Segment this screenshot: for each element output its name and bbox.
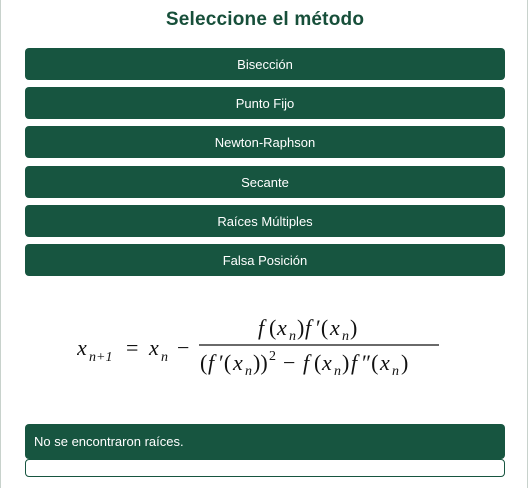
formula-lhs-sub: n+1 <box>89 350 112 365</box>
svg-text:n: n <box>342 329 349 344</box>
svg-text:(: ( <box>314 350 321 375</box>
formula-lhs-var: x <box>77 335 87 360</box>
raices-multiples-button[interactable]: Raíces Múltiples <box>25 205 505 237</box>
secante-button[interactable]: Secante <box>25 166 505 198</box>
svg-text:n: n <box>245 364 252 379</box>
svg-text:2: 2 <box>269 349 276 364</box>
svg-text:n: n <box>289 329 296 344</box>
svg-text:n: n <box>392 364 399 379</box>
svg-text:): ) <box>297 315 304 340</box>
newton-raphson-button[interactable]: Newton-Raphson <box>25 126 505 158</box>
formula-equals: = <box>126 335 138 360</box>
svg-text:): ) <box>350 315 357 340</box>
svg-text:f: f <box>208 350 217 375</box>
svg-text:): ) <box>342 350 349 375</box>
svg-text:′(: ′( <box>316 315 328 340</box>
svg-text:x: x <box>232 350 243 375</box>
app-frame: Seleccione el método Bisección Punto Fij… <box>0 0 528 488</box>
formula-rhs-var: x <box>148 335 159 360</box>
output-box <box>25 459 505 477</box>
formula-minus: − <box>177 335 189 360</box>
falsa-posicion-button[interactable]: Falsa Posición <box>25 244 505 276</box>
svg-text:x: x <box>379 350 390 375</box>
result-message: No se encontraron raíces. <box>25 424 505 459</box>
svg-text:f: f <box>258 315 267 340</box>
svg-text:′(: ′( <box>219 350 231 375</box>
svg-text:−: − <box>283 350 295 375</box>
svg-text:(: ( <box>269 315 276 340</box>
svg-text:x: x <box>276 315 287 340</box>
svg-text:(: ( <box>200 350 207 375</box>
formula-denominator: ( f ′( x n )) 2 − f ( x n ) f ″( x n ) <box>200 349 408 379</box>
formula-numerator: f ( x n ) f ′( x n ) <box>258 315 357 344</box>
method-formula: x n+1 = x n − f ( x n ) f ′( x n ) (f ′… <box>77 310 447 380</box>
svg-text:): ) <box>401 350 408 375</box>
svg-text:f: f <box>305 315 314 340</box>
svg-text:n: n <box>334 364 341 379</box>
punto-fijo-button[interactable]: Punto Fijo <box>25 87 505 119</box>
svg-text:x: x <box>329 315 340 340</box>
page-title: Seleccione el método <box>165 9 365 30</box>
svg-text:x: x <box>321 350 332 375</box>
formula-rhs-sub: n <box>161 350 168 365</box>
svg-text:f: f <box>351 350 360 375</box>
biseccion-button[interactable]: Bisección <box>25 48 505 80</box>
svg-text:f: f <box>303 350 312 375</box>
svg-text:″(: ″( <box>362 350 379 375</box>
svg-text:)): )) <box>253 350 268 375</box>
